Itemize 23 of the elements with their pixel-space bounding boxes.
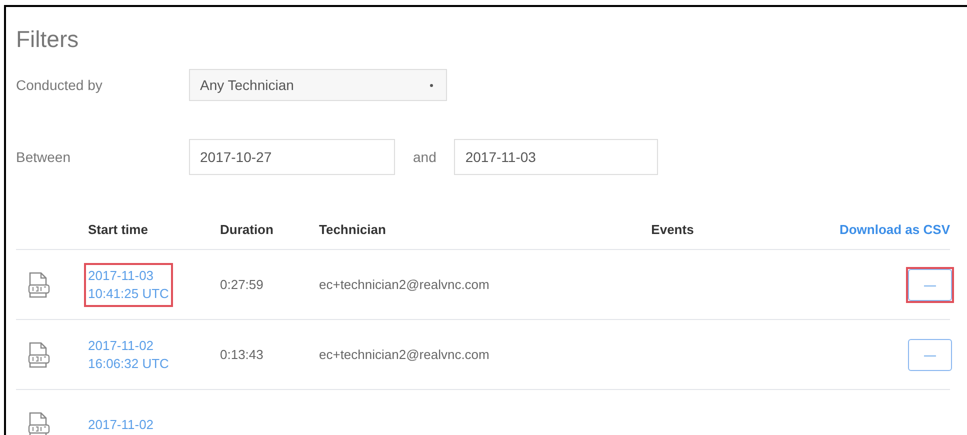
technician-dropdown[interactable]: Any Technician bbox=[189, 69, 447, 101]
video-file-icon bbox=[28, 272, 50, 298]
duration-text: 0:13:43 bbox=[220, 346, 264, 362]
technician-email: ec+technician2@realvnc.com bbox=[319, 346, 490, 362]
download-csv-link[interactable]: Download as CSV bbox=[826, 220, 950, 239]
field-label: Between bbox=[16, 148, 72, 166]
start-time-link[interactable]: 2017-11-02 bbox=[84, 412, 158, 435]
start-time-link[interactable]: 2017-11-03 10:41:25 UTC bbox=[84, 262, 173, 306]
field-label: Conducted by bbox=[16, 76, 104, 95]
video-file-icon bbox=[28, 342, 50, 368]
start-time-link[interactable]: 2017-11-02 16:06:32 UTC bbox=[84, 332, 173, 376]
events-button[interactable]: — bbox=[908, 338, 952, 370]
column-header: Technician bbox=[319, 220, 387, 238]
and-label: and bbox=[413, 148, 436, 166]
column-header: Duration bbox=[220, 220, 274, 238]
date-input-field[interactable]: 2017-11-03 bbox=[454, 139, 658, 175]
duration-text: 0:27:59 bbox=[220, 276, 264, 292]
column-header: Start time bbox=[88, 220, 149, 238]
filters-heading: Filters bbox=[16, 25, 80, 53]
events-button[interactable]: — bbox=[908, 268, 952, 300]
column-header: Events bbox=[651, 220, 694, 238]
date-input-field[interactable]: 2017-10-27 bbox=[189, 139, 395, 175]
technician-email: ec+technician2@realvnc.com bbox=[319, 276, 490, 292]
